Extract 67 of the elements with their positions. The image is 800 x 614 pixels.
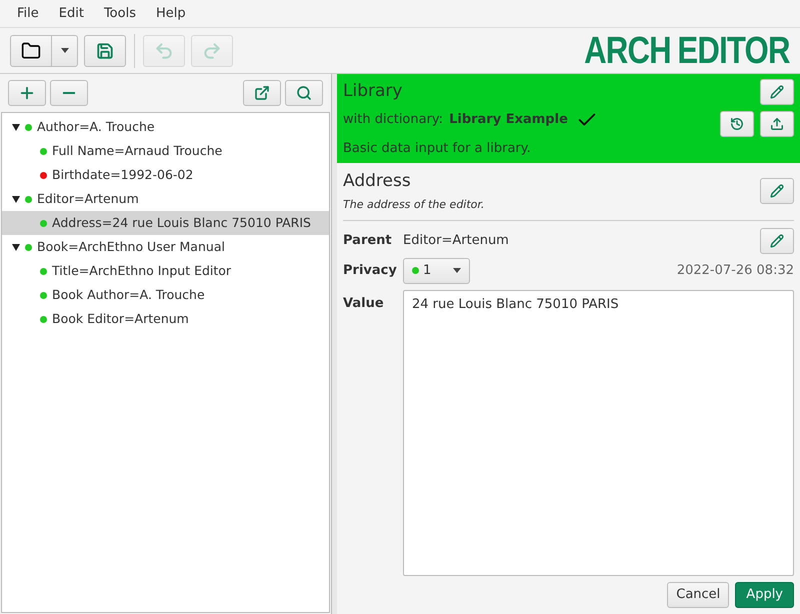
- search-icon: [296, 85, 312, 101]
- dictionary-label: with dictionary:: [343, 111, 444, 130]
- external-link-icon: [254, 85, 270, 101]
- header-title: Library: [343, 80, 404, 103]
- tree-item[interactable]: Editor=Artenum: [2, 187, 329, 211]
- section-title: Address: [343, 170, 412, 193]
- tree-item[interactable]: Full Name=Arnaud Trouche: [2, 139, 329, 163]
- save-icon: [96, 42, 114, 60]
- tree-item-label: Book Author=A. Trouche: [52, 286, 205, 304]
- tree-item[interactable]: Book Editor=Artenum: [2, 307, 329, 331]
- edit-button[interactable]: [760, 178, 794, 204]
- logo-text: ARCH: [584, 32, 672, 70]
- tree-item-label: Address=24 rue Louis Blanc 75010 PARIS: [52, 214, 311, 232]
- undo-icon: [154, 40, 174, 60]
- menu-item[interactable]: Edit: [50, 4, 93, 24]
- history-icon: [730, 117, 744, 131]
- tree-item-label: Title=ArchEthno Input Editor: [52, 262, 232, 280]
- apply-button[interactable]: Apply: [735, 582, 794, 608]
- section-description: The address of the editor.: [343, 197, 486, 213]
- save-button[interactable]: [84, 34, 126, 66]
- tree-item[interactable]: Book=ArchEthno User Manual: [2, 235, 329, 259]
- tree-item-label: Book=ArchEthno User Manual: [37, 238, 225, 256]
- tree-item-label: Full Name=Arnaud Trouche: [52, 142, 222, 160]
- tree-item-label: Editor=Artenum: [37, 190, 139, 208]
- timestamp: 2022-07-26 08:32: [676, 262, 794, 280]
- remove-button[interactable]: [50, 80, 88, 106]
- menu-item[interactable]: File: [8, 4, 48, 24]
- parent-value: Editor=Artenum: [403, 232, 510, 250]
- dictionary-name: Library Example: [449, 111, 568, 130]
- tree-item[interactable]: Book Author=A. Trouche: [2, 283, 329, 307]
- cancel-button[interactable]: Cancel: [667, 582, 730, 608]
- value-field[interactable]: 24 rue Louis Blanc 75010 PARIS: [403, 290, 794, 576]
- privacy-label: Privacy: [343, 262, 398, 280]
- history-button[interactable]: [720, 111, 754, 137]
- search-button[interactable]: [285, 80, 323, 106]
- tree-item-label: Author=A. Trouche: [37, 118, 155, 136]
- tree-item[interactable]: Address=24 rue Louis Blanc 75010 PARIS: [2, 211, 329, 235]
- caret-icon: [453, 268, 461, 273]
- tree-item[interactable]: Title=ArchEthno Input Editor: [2, 259, 329, 283]
- upload-icon: [770, 117, 784, 131]
- folder-icon: [21, 40, 41, 60]
- open-external-button[interactable]: [243, 80, 281, 106]
- add-button[interactable]: [8, 80, 46, 106]
- privacy-dropdown[interactable]: 1: [403, 258, 470, 284]
- edit-button[interactable]: [760, 228, 794, 254]
- redo-icon: [202, 40, 222, 60]
- pencil-icon: [770, 234, 784, 248]
- privacy-value: 1: [423, 262, 432, 280]
- parent-label: Parent: [343, 232, 393, 250]
- upload-button[interactable]: [760, 111, 794, 137]
- caret-icon: [60, 48, 68, 53]
- open-folder-button[interactable]: [10, 34, 52, 66]
- dropdown-button[interactable]: [52, 34, 78, 66]
- tree-item[interactable]: Birthdate=1992-06-02: [2, 163, 329, 187]
- pencil-icon: [770, 85, 784, 99]
- edit-button[interactable]: [760, 79, 794, 105]
- menu-item[interactable]: Tools: [94, 4, 145, 24]
- plus-icon: [18, 84, 36, 102]
- pencil-icon: [770, 184, 784, 198]
- minus-icon: [63, 92, 75, 94]
- tree-item-label: Birthdate=1992-06-02: [52, 166, 194, 184]
- header-description: Basic data input for a library.: [343, 140, 532, 158]
- menu-item[interactable]: Help: [146, 4, 195, 24]
- value-label: Value: [343, 294, 385, 312]
- logo-text: EDITOR: [678, 32, 790, 70]
- tree-item-label: Book Editor=Artenum: [52, 310, 189, 328]
- tree-item[interactable]: Author=A. Trouche: [2, 115, 329, 139]
